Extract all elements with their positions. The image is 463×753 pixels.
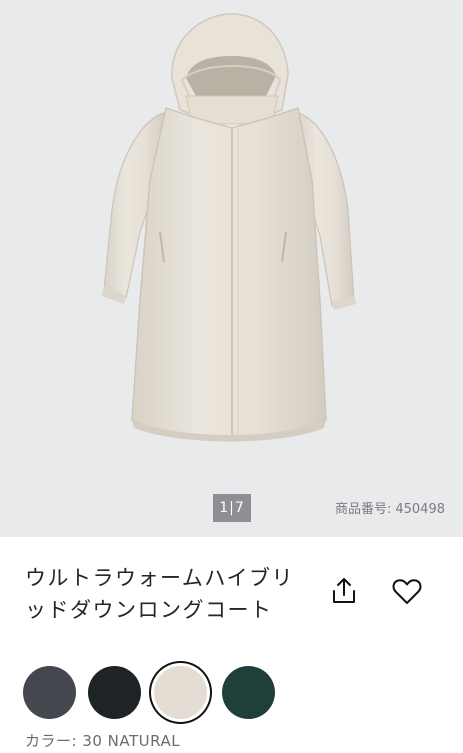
color-swatch-dark-gray[interactable]	[23, 666, 76, 719]
share-button[interactable]	[326, 573, 362, 609]
product-title-line1: ウルトラウォームハイブリ	[25, 566, 294, 590]
product-number-label: 商品番号:	[334, 502, 392, 517]
product-info: ウルトラウォームハイブリ ッドダウンロングコート カラー: 30 NATURAL	[0, 537, 463, 753]
share-icon	[333, 578, 355, 603]
heart-icon	[392, 578, 422, 604]
product-title: ウルトラウォームハイブリ ッドダウンロングコート	[25, 562, 325, 626]
product-title-line2: ッドダウンロングコート	[25, 598, 273, 622]
product-number-value: 450498	[395, 502, 445, 517]
color-swatch-green[interactable]	[222, 666, 275, 719]
product-image-gallery[interactable]: 1|7 商品番号: 450498	[0, 0, 463, 537]
color-swatch-natural[interactable]	[154, 666, 207, 719]
product-number: 商品番号: 450498	[335, 498, 445, 517]
color-swatch-black[interactable]	[88, 666, 141, 719]
favorite-button[interactable]	[389, 573, 425, 609]
selected-color-label: カラー: 30 NATURAL	[25, 732, 181, 750]
image-pager: 1|7	[213, 494, 251, 522]
product-image-coat	[102, 13, 356, 442]
